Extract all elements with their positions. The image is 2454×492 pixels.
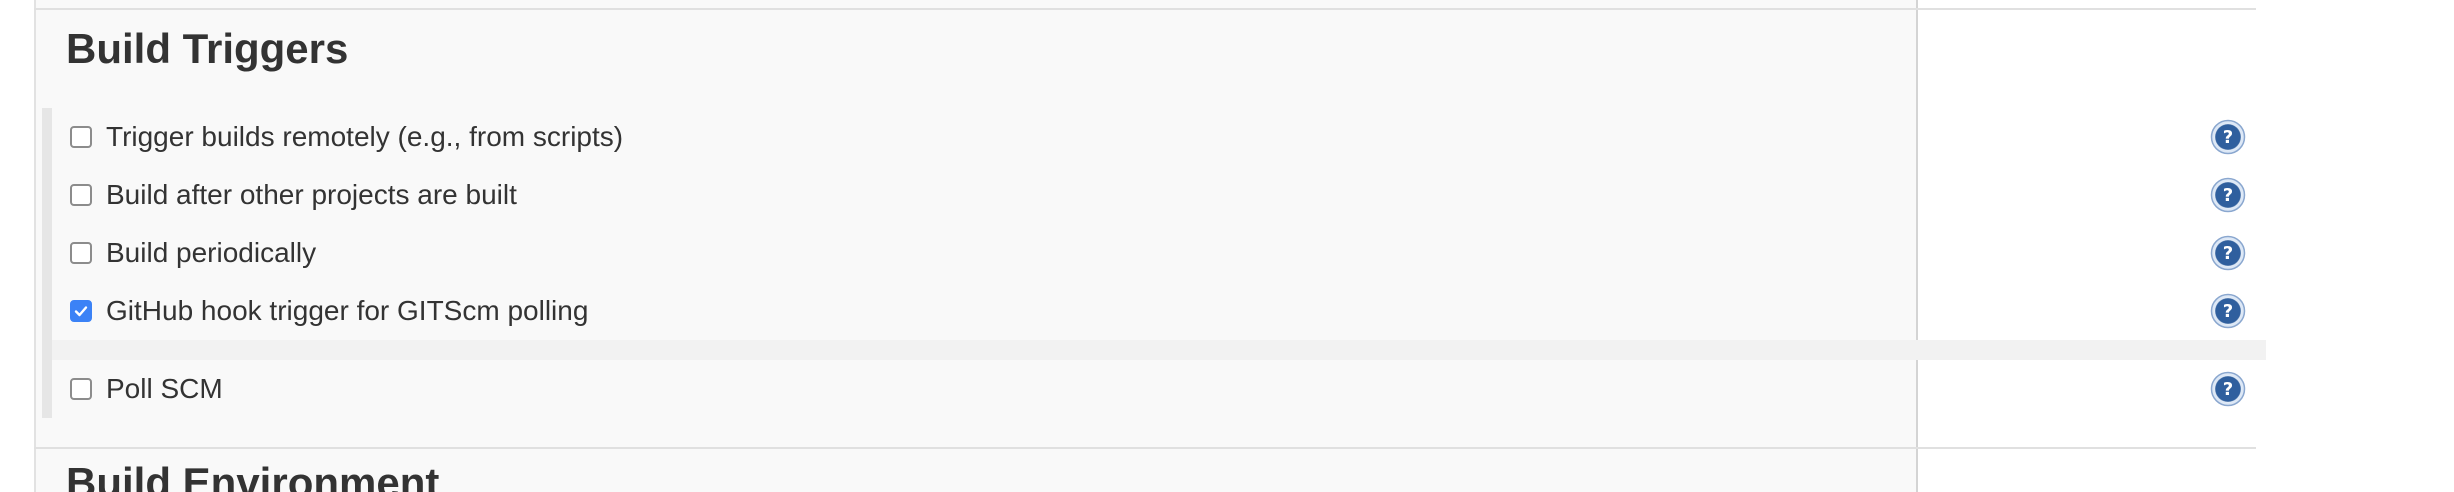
trigger-remote-row[interactable]: Trigger builds remotely (e.g., from scri… [70,117,623,157]
github-hook-row[interactable]: GitHub hook trigger for GITScm polling [70,291,588,331]
svg-text:?: ? [2223,243,2233,264]
help-icon[interactable]: ? [2210,235,2246,271]
build-periodically-row[interactable]: Build periodically [70,233,316,273]
svg-text:?: ? [2223,127,2233,148]
help-icon[interactable]: ? [2210,177,2246,213]
svg-text:?: ? [2223,301,2233,322]
github-hook-label[interactable]: GitHub hook trigger for GITScm polling [106,291,588,331]
section-divider-bottom [34,447,2256,449]
trigger-group-bar [42,108,52,418]
build-periodically-checkbox[interactable] [70,242,92,264]
build-config-page: Build Triggers Trigger builds remotely (… [0,0,2454,492]
help-icon[interactable]: ? [2210,119,2246,155]
build-after-other-row[interactable]: Build after other projects are built [70,175,517,215]
poll-scm-checkbox[interactable] [70,378,92,400]
svg-text:?: ? [2223,379,2233,400]
build-after-other-label[interactable]: Build after other projects are built [106,175,517,215]
section-divider-top [34,8,2256,10]
trigger-remote-checkbox[interactable] [70,126,92,148]
build-periodically-label[interactable]: Build periodically [106,233,316,273]
poll-scm-row[interactable]: Poll SCM [70,369,223,409]
config-panel [34,0,1918,492]
help-icon[interactable]: ? [2210,293,2246,329]
trigger-remote-label[interactable]: Trigger builds remotely (e.g., from scri… [106,117,623,157]
github-hook-checkbox[interactable] [70,300,92,322]
poll-scm-label[interactable]: Poll SCM [106,369,223,409]
help-icon[interactable]: ? [2210,371,2246,407]
build-environment-title: Build Environment [66,459,440,492]
build-triggers-title: Build Triggers [66,25,349,72]
svg-text:?: ? [2223,185,2233,206]
build-after-other-checkbox[interactable] [70,184,92,206]
checkmark-icon [74,306,88,317]
row-highlight [52,340,2266,360]
